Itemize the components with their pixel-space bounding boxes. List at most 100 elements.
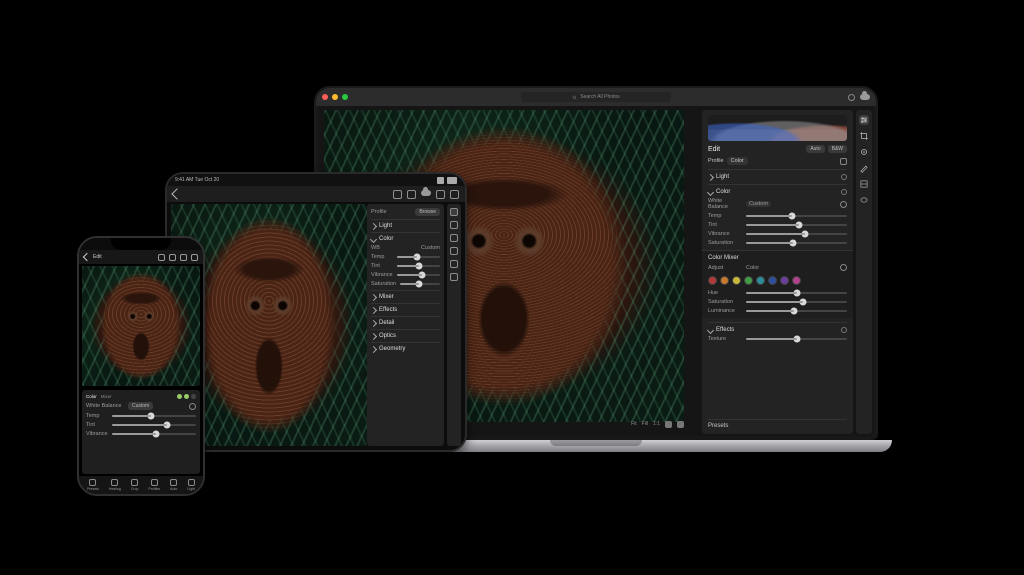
tablet-detail[interactable]: Detail [371,316,440,326]
effects-section[interactable]: Effects Texture [708,322,847,342]
wb-value[interactable]: Custom [746,201,771,207]
tool-healing[interactable]: Healing [109,479,121,491]
tablet-profile-value[interactable]: Browse [415,208,440,216]
vibrance-slider[interactable] [746,231,847,237]
mixer-sat-slider[interactable] [746,299,847,305]
profile-row[interactable]: Profile Color [708,157,847,165]
eyedropper-icon[interactable] [840,201,847,208]
tablet-optics[interactable]: Optics [371,329,440,339]
radial-gradient-icon[interactable] [450,273,458,281]
phone-tint-slider[interactable] [112,422,196,428]
tablet-effects[interactable]: Effects [371,303,440,313]
traffic-light-zoom[interactable] [342,94,348,100]
phone-tab-mixer[interactable]: Mixer [101,394,112,399]
adjust-sliders-icon[interactable] [859,115,869,125]
bw-button[interactable]: B&W [828,145,847,153]
wb-row[interactable]: White Balance Custom [708,198,847,210]
hue-slider[interactable] [746,290,847,296]
radial-gradient-icon[interactable] [859,195,869,205]
linear-gradient-icon[interactable] [450,260,458,268]
mixer-adjust-value[interactable]: Color [746,265,759,271]
color-swatches[interactable] [708,276,847,285]
settings-icon[interactable] [450,190,459,199]
healing-brush-icon[interactable] [450,234,458,242]
phone-temp-slider[interactable] [112,413,196,419]
profile-label: Profile [708,158,724,164]
linear-gradient-icon[interactable] [859,179,869,189]
light-section[interactable]: Light [708,169,847,180]
zoom-fill[interactable]: Fill [642,421,648,428]
tablet-edit-panel: ProfileBrowse Light Color WBCustom Temp … [367,204,444,446]
tool-crop[interactable]: Crop [131,479,139,491]
brush-icon[interactable] [450,247,458,255]
tint-row: Tint [708,222,847,228]
grid-icon[interactable] [665,421,672,428]
healing-brush-icon[interactable] [859,147,869,157]
tablet-temp-slider[interactable] [397,254,440,260]
tablet-sat-slider[interactable] [400,281,440,287]
tablet-vib-slider[interactable] [397,272,440,278]
undo-icon[interactable] [158,254,165,261]
phone-tint-label: Tint [86,422,108,428]
phone-tab-color[interactable]: Color [86,394,97,399]
section-visibility-icon[interactable] [841,174,847,180]
tablet-status-time: 9:41 AM Tue Oct 20 [175,177,219,183]
tablet-geometry[interactable]: Geometry [371,342,440,352]
cloud-sync-icon[interactable] [169,254,176,261]
crop-icon[interactable] [859,131,869,141]
tablet-profile-row[interactable]: ProfileBrowse [371,208,440,216]
cloud-sync-icon[interactable] [860,94,870,100]
more-icon[interactable] [191,254,198,261]
texture-slider[interactable] [746,336,847,342]
brush-icon[interactable] [859,163,869,173]
tint-slider[interactable] [746,222,847,228]
tablet-wb-value[interactable]: Custom [421,245,440,251]
profile-value[interactable]: Color [727,157,748,165]
adjust-sliders-icon[interactable] [450,208,458,216]
undo-icon[interactable] [393,190,402,199]
tablet-wb[interactable]: WBCustom [371,245,440,251]
mixer-adjust-row[interactable]: Adjust Color [708,264,847,271]
tablet-light[interactable]: Light [371,219,440,229]
section-visibility-icon[interactable] [841,327,847,333]
phone-bottom-toolbar: Presets Healing Crop Profiles Auto Light [79,476,203,494]
tablet-color[interactable]: Color [371,232,440,242]
crop-icon[interactable] [450,221,458,229]
target-adjust-icon[interactable] [840,264,847,271]
profile-browse-icon[interactable] [840,158,847,165]
tablet-mixer[interactable]: Mixer [371,290,440,300]
eyedropper-icon[interactable] [189,403,196,410]
laptop-hinge-notch [550,440,642,446]
presets-button[interactable]: Presets [708,419,847,429]
phone-vib-slider[interactable] [112,431,196,437]
phone-subtabs[interactable]: Color Mixer [86,394,196,399]
home-icon[interactable] [848,94,855,101]
traffic-light-close[interactable] [322,94,328,100]
tablet-tint-slider[interactable] [397,263,440,269]
share-icon[interactable] [436,190,445,199]
phone-score [177,394,196,399]
tool-light[interactable]: Light [187,479,195,491]
temp-slider[interactable] [746,213,847,219]
zoom-ratio[interactable]: 1:1 [653,421,660,428]
phone-photo-canvas[interactable] [82,266,200,386]
phone-wb-value[interactable]: Custom [128,402,153,410]
back-icon[interactable] [171,188,182,199]
flag-icon[interactable] [407,190,416,199]
compare-icon[interactable] [677,421,684,428]
cloud-sync-icon[interactable] [421,190,431,196]
tool-profiles[interactable]: Profiles [148,479,160,491]
zoom-fit[interactable]: Fit [631,421,637,428]
tablet-optics-label: Optics [379,333,396,339]
tool-auto[interactable]: Auto [170,479,177,491]
auto-button[interactable]: Auto [806,145,824,153]
traffic-light-minimize[interactable] [332,94,338,100]
saturation-slider[interactable] [746,240,847,246]
tool-presets[interactable]: Presets [87,479,99,491]
search-input[interactable]: Search All Photos [521,92,671,102]
back-icon[interactable] [83,253,91,261]
section-visibility-icon[interactable] [841,189,847,195]
share-icon[interactable] [180,254,187,261]
lum-slider[interactable] [746,308,847,314]
histogram[interactable] [708,115,847,141]
